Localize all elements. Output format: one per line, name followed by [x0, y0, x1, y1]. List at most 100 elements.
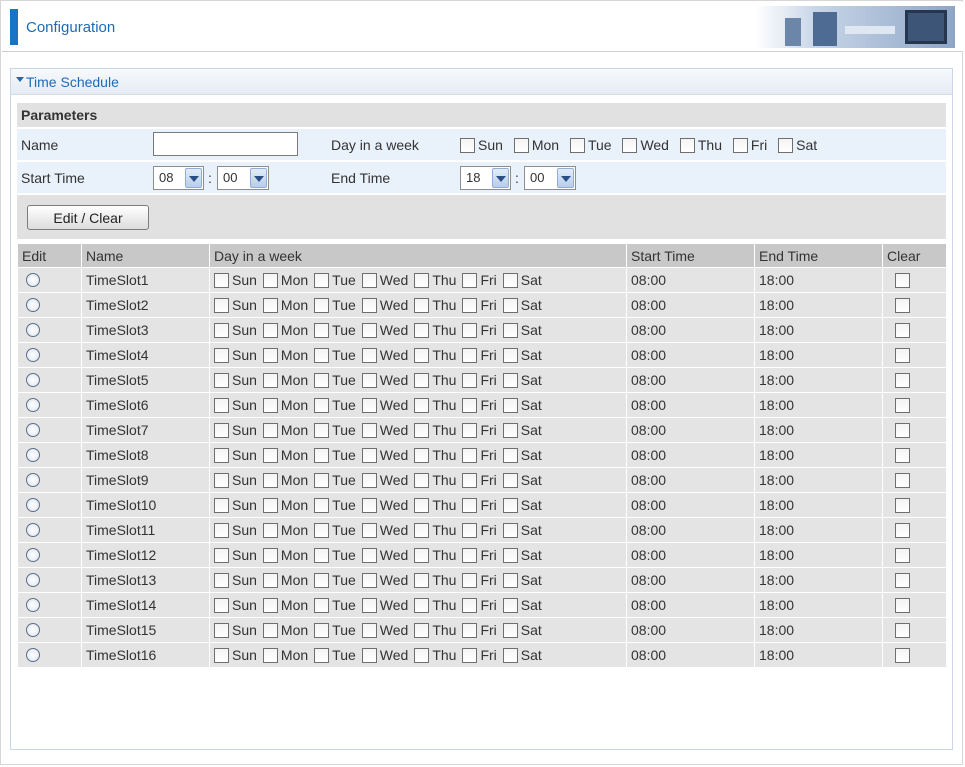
checkbox-icon[interactable] [414, 473, 430, 488]
checkbox-icon[interactable] [262, 373, 278, 388]
start-minute-select[interactable]: 00 [217, 166, 269, 190]
clear-checkbox[interactable] [895, 448, 910, 463]
checkbox-icon[interactable] [361, 498, 377, 513]
slot-day-mon[interactable]: Mon [262, 572, 308, 588]
slot-day-thu[interactable]: Thu [414, 397, 456, 413]
checkbox-icon[interactable] [414, 548, 430, 563]
slot-day-mon[interactable]: Mon [262, 422, 308, 438]
slot-day-sun[interactable]: Sun [214, 497, 257, 513]
clear-checkbox[interactable] [895, 648, 910, 663]
slot-day-fri[interactable]: Fri [462, 522, 497, 538]
clear-checkbox[interactable] [895, 573, 910, 588]
checkbox-icon[interactable] [414, 498, 430, 513]
checkbox-icon[interactable] [214, 398, 229, 413]
edit-radio[interactable] [26, 448, 40, 462]
slot-day-fri[interactable]: Fri [462, 572, 497, 588]
end-minute-select[interactable]: 00 [524, 166, 576, 190]
checkbox-icon[interactable] [462, 623, 478, 638]
checkbox-icon[interactable] [262, 598, 278, 613]
checkbox-icon[interactable] [502, 648, 518, 663]
slot-day-wed[interactable]: Wed [361, 297, 408, 313]
checkbox-icon[interactable] [214, 498, 229, 513]
checkbox-icon[interactable] [462, 498, 478, 513]
checkbox-icon[interactable] [462, 398, 478, 413]
end-hour-select[interactable]: 18 [460, 166, 511, 190]
slot-day-tue[interactable]: Tue [314, 597, 356, 613]
checkbox-icon[interactable] [414, 298, 430, 313]
checkbox-icon[interactable] [262, 573, 278, 588]
checkbox-icon[interactable] [414, 448, 430, 463]
checkbox-icon[interactable] [502, 473, 518, 488]
checkbox-icon[interactable] [414, 348, 430, 363]
slot-day-thu[interactable]: Thu [414, 422, 456, 438]
checkbox-icon[interactable] [262, 498, 278, 513]
checkbox-icon[interactable] [361, 298, 377, 313]
checkbox-icon[interactable] [214, 623, 229, 638]
slot-day-fri[interactable]: Fri [462, 497, 497, 513]
slot-day-wed[interactable]: Wed [361, 522, 408, 538]
slot-day-sun[interactable]: Sun [214, 297, 257, 313]
checkbox-icon[interactable] [462, 548, 478, 563]
slot-day-sun[interactable]: Sun [214, 347, 257, 363]
clear-checkbox[interactable] [895, 498, 910, 513]
checkbox-icon[interactable] [502, 573, 518, 588]
clear-checkbox[interactable] [895, 423, 910, 438]
edit-radio[interactable] [26, 623, 40, 637]
checkbox-icon[interactable] [314, 423, 330, 438]
name-input[interactable] [153, 132, 298, 156]
checkbox-icon[interactable] [462, 648, 478, 663]
edit-radio[interactable] [26, 573, 40, 587]
slot-day-sat[interactable]: Sat [502, 347, 542, 363]
slot-day-thu[interactable]: Thu [414, 347, 456, 363]
slot-day-fri[interactable]: Fri [462, 397, 497, 413]
checkbox-icon[interactable] [502, 298, 518, 313]
slot-day-mon[interactable]: Mon [262, 272, 308, 288]
checkbox-icon[interactable] [361, 523, 377, 538]
chevron-down-icon[interactable] [185, 168, 202, 188]
slot-day-sun[interactable]: Sun [214, 572, 257, 588]
slot-day-sun[interactable]: Sun [214, 372, 257, 388]
slot-day-wed[interactable]: Wed [361, 497, 408, 513]
checkbox-icon[interactable] [262, 273, 278, 288]
slot-day-sat[interactable]: Sat [502, 272, 542, 288]
slot-day-wed[interactable]: Wed [361, 647, 408, 663]
param-day-sun[interactable]: Sun [460, 137, 503, 153]
checkbox-icon[interactable] [502, 548, 518, 563]
clear-checkbox[interactable] [895, 373, 910, 388]
slot-day-mon[interactable]: Mon [262, 472, 308, 488]
slot-day-thu[interactable]: Thu [414, 547, 456, 563]
checkbox-icon[interactable] [502, 273, 518, 288]
checkbox-icon[interactable] [513, 138, 529, 153]
slot-day-tue[interactable]: Tue [314, 322, 356, 338]
slot-day-thu[interactable]: Thu [414, 447, 456, 463]
slot-day-sat[interactable]: Sat [502, 422, 542, 438]
checkbox-icon[interactable] [361, 323, 377, 338]
slot-day-sat[interactable]: Sat [502, 522, 542, 538]
checkbox-icon[interactable] [414, 648, 430, 663]
slot-day-fri[interactable]: Fri [462, 622, 497, 638]
slot-day-sat[interactable]: Sat [502, 572, 542, 588]
slot-day-mon[interactable]: Mon [262, 397, 308, 413]
slot-day-thu[interactable]: Thu [414, 272, 456, 288]
clear-checkbox[interactable] [895, 273, 910, 288]
slot-day-wed[interactable]: Wed [361, 447, 408, 463]
checkbox-icon[interactable] [262, 398, 278, 413]
slot-day-thu[interactable]: Thu [414, 647, 456, 663]
slot-day-mon[interactable]: Mon [262, 622, 308, 638]
checkbox-icon[interactable] [502, 498, 518, 513]
checkbox-icon[interactable] [262, 448, 278, 463]
slot-day-tue[interactable]: Tue [314, 572, 356, 588]
edit-radio[interactable] [26, 373, 40, 387]
clear-checkbox[interactable] [895, 598, 910, 613]
checkbox-icon[interactable] [262, 623, 278, 638]
checkbox-icon[interactable] [214, 373, 229, 388]
checkbox-icon[interactable] [262, 473, 278, 488]
checkbox-icon[interactable] [314, 598, 330, 613]
checkbox-icon[interactable] [314, 523, 330, 538]
checkbox-icon[interactable] [569, 138, 585, 153]
checkbox-icon[interactable] [361, 423, 377, 438]
slot-day-thu[interactable]: Thu [414, 322, 456, 338]
checkbox-icon[interactable] [462, 373, 478, 388]
slot-day-sat[interactable]: Sat [502, 447, 542, 463]
start-hour-select[interactable]: 08 [153, 166, 204, 190]
